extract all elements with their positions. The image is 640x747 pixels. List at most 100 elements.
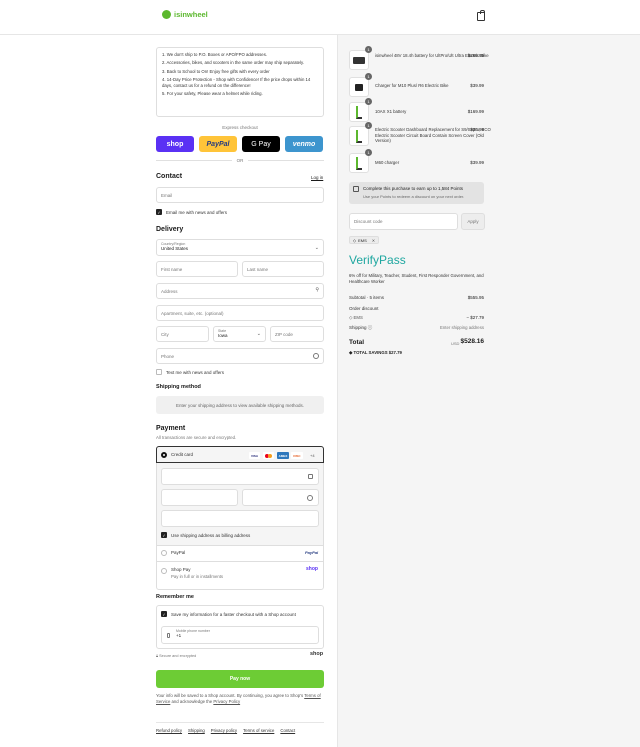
zip-field[interactable]: ZIP code — [270, 326, 324, 342]
shop-pay-radio[interactable] — [161, 568, 167, 574]
chevron-down-icon: ⌄ — [256, 331, 261, 337]
total-savings-label: TOTAL SAVINGS — [353, 350, 388, 355]
item-price: $169.99 — [467, 109, 484, 114]
login-link[interactable]: Log in — [311, 175, 323, 180]
discount-code-label: ◇ EMS — [349, 315, 363, 321]
first-name-field[interactable]: First name — [156, 261, 238, 277]
shipping-method-placeholder: Enter your shipping address to view avai… — [156, 396, 324, 414]
item-price: $39.99 — [470, 160, 484, 165]
logo-icon — [162, 10, 171, 19]
privacy-policy-link[interactable]: Privacy policy — [211, 728, 237, 733]
paypal-radio[interactable] — [161, 550, 167, 556]
notice-item: 5. For your safety, Please wear a helmet… — [162, 91, 263, 97]
city-field[interactable]: City — [156, 326, 209, 342]
credit-card-label: Credit card — [171, 452, 194, 457]
contact-heading: Contact — [156, 173, 183, 180]
phone-field[interactable]: Phone — [156, 348, 324, 364]
amex-icon: AMEX — [277, 452, 289, 459]
shop-pay-sub: Pay in full or in installments — [171, 574, 224, 579]
divider — [156, 561, 324, 562]
header: isinwheel — [0, 0, 640, 35]
save-info-checkbox[interactable]: ✓ — [161, 611, 167, 617]
contact-link[interactable]: Contact — [280, 728, 295, 733]
notice-item: 2. Accessories, bikes, and scooters in t… — [162, 60, 305, 66]
item-price: $269.99 — [467, 53, 484, 58]
shipping-link[interactable]: Shipping — [188, 728, 205, 733]
zip-placeholder: ZIP code — [275, 331, 293, 337]
first-name-placeholder: First name — [161, 266, 183, 272]
email-field[interactable]: Email — [156, 187, 324, 203]
delivery-heading: Delivery — [156, 226, 184, 233]
gift-icon — [353, 186, 359, 192]
refund-policy-link[interactable]: Refund policy — [156, 728, 182, 733]
more-cards-label: +4 — [310, 453, 315, 458]
payment-subtitle: All transactions are secure and encrypte… — [156, 435, 237, 440]
security-code-field[interactable] — [242, 489, 319, 506]
terms-of-service-link[interactable]: Terms of service — [243, 728, 274, 733]
city-placeholder: City — [161, 331, 169, 337]
apartment-field[interactable]: Apartment, suite, etc. (optional) — [156, 305, 324, 321]
credit-card-radio[interactable] — [161, 452, 167, 458]
shipping-notice: 1. We don't ship to P.O. Boxes or APO/FP… — [156, 47, 324, 117]
email-news-checkbox[interactable]: ✓ — [156, 209, 162, 215]
apply-button[interactable]: Apply — [461, 213, 485, 230]
secure-label: 🔒︎ Secure and encrypted — [156, 654, 196, 658]
discount-code-field[interactable]: Discount code — [349, 213, 458, 230]
item-price: $35.99 — [470, 127, 484, 132]
privacy-link[interactable]: Privacy Policy — [213, 699, 240, 704]
billing-same-checkbox[interactable]: ✓ — [161, 532, 167, 538]
item-quantity: 1 — [365, 98, 372, 105]
brand-name: isinwheel — [174, 10, 208, 19]
save-info-label: Save my information for a faster checkou… — [171, 612, 296, 617]
help-icon[interactable] — [307, 495, 313, 501]
brand-logo[interactable]: isinwheel — [162, 10, 208, 19]
address-field[interactable]: Address ⚲ — [156, 283, 324, 299]
phone-placeholder: Phone — [161, 353, 175, 359]
notice-item: 1. We don't ship to P.O. Boxes or APO/FP… — [162, 52, 268, 57]
apartment-placeholder: Apartment, suite, etc. (optional) — [161, 310, 224, 316]
text-news-checkbox[interactable] — [156, 369, 162, 375]
item-quantity: 1 — [365, 46, 372, 53]
discount-code-text: EMS — [353, 315, 363, 320]
last-name-field[interactable]: Last name — [242, 261, 324, 277]
or-label: OR — [236, 158, 244, 163]
mobile-phone-value: +1 — [176, 633, 182, 638]
card-number-field[interactable] — [161, 468, 319, 485]
mobile-phone-field[interactable]: Mobile phone number +1 — [161, 626, 319, 644]
mastercard-icon — [263, 452, 274, 459]
legal-and: and acknowledge the — [171, 699, 213, 704]
remember-heading: Remember me — [156, 594, 194, 600]
discount-placeholder: Discount code — [354, 219, 383, 224]
subtotal-label: Subtotal · 5 items — [349, 295, 385, 300]
shipping-summary-value: Enter shipping address — [440, 325, 484, 330]
shopping-bag-icon[interactable] — [477, 10, 485, 21]
divider — [156, 545, 324, 546]
email-placeholder: Email — [161, 192, 173, 198]
paypal-button[interactable]: PayPal — [199, 136, 237, 152]
country-value: United States — [161, 246, 189, 251]
venmo-button[interactable]: venmo — [285, 136, 323, 152]
billing-same-label: Use shipping address as billing address — [171, 533, 251, 538]
shop-pay-label: Shop Pay — [171, 567, 191, 572]
paypal-label: PayPal — [171, 550, 186, 555]
subtotal-value: $555.95 — [467, 295, 484, 300]
total-savings-value: $27.79 — [388, 350, 402, 355]
shop-pay-button[interactable]: shop — [156, 136, 194, 152]
help-icon[interactable]: ⓘ — [368, 325, 373, 330]
shop-pay-logo: shop — [306, 566, 318, 572]
pay-now-button[interactable]: Pay now — [156, 670, 324, 688]
help-icon[interactable] — [313, 353, 319, 359]
name-on-card-field[interactable] — [161, 510, 319, 527]
google-pay-button[interactable]: G Pay — [242, 136, 280, 152]
expiration-field[interactable] — [161, 489, 238, 506]
remove-discount-icon[interactable]: ✕ — [372, 238, 375, 243]
tag-icon: ◇ — [353, 237, 357, 243]
item-thumbnail — [349, 126, 369, 146]
verifypass-text: 6% off for Military, Teacher, Student, F… — [349, 273, 484, 284]
points-subtitle: Use your Points to redeem a discount on … — [363, 194, 465, 199]
order-discount-label: Order discount — [349, 306, 379, 311]
last-name-placeholder: Last name — [247, 266, 269, 272]
country-select[interactable]: Country/Region United States ⌄ — [156, 239, 324, 256]
tag-icon: ◆ — [349, 350, 353, 355]
state-select[interactable]: State Iowa ⌄ — [213, 326, 266, 342]
